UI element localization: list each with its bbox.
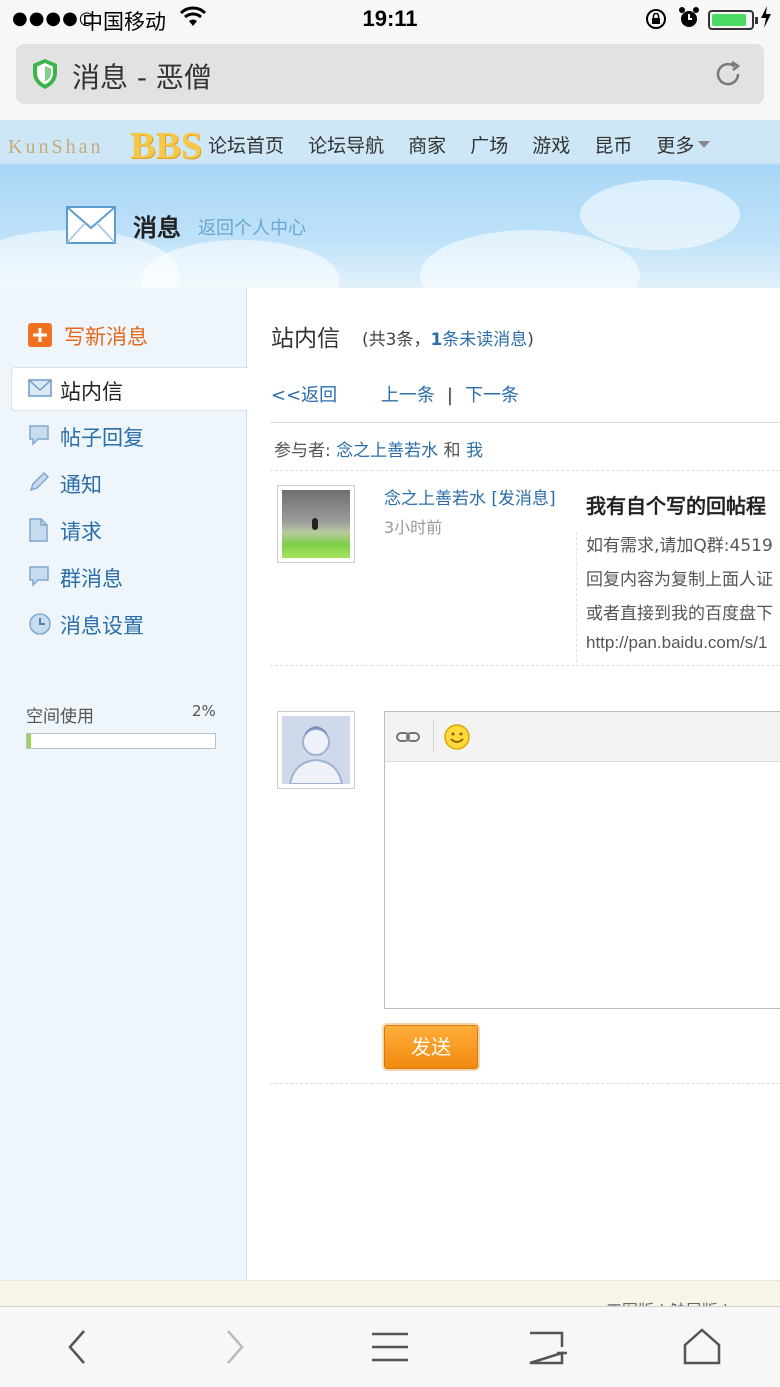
- message-time: 3小时前: [384, 518, 443, 537]
- back-link[interactable]: <<返回: [271, 385, 337, 406]
- sidebar-item-label: 写新消息: [64, 325, 148, 349]
- space-usage-percent: 2%: [192, 702, 216, 720]
- version-links[interactable]: 工图版 | 触屏版 |: [606, 1297, 728, 1306]
- sidebar-item-requests[interactable]: 请求: [0, 508, 247, 552]
- divider: [270, 422, 780, 423]
- home-icon[interactable]: [680, 1325, 724, 1369]
- count-suffix: ): [527, 330, 534, 350]
- participants-label: 参与者:: [274, 441, 331, 461]
- envelope-icon: [28, 378, 52, 400]
- site-footer: 工图版 | 触屏版 |: [0, 1280, 780, 1306]
- sender-link[interactable]: 念之上善若水: [384, 489, 486, 509]
- avatar[interactable]: [277, 485, 355, 563]
- sidebar-item-label: 消息设置: [60, 614, 144, 638]
- message-count: (共3条，1条未读消息): [362, 325, 534, 350]
- document-icon: [28, 518, 50, 542]
- divider: [270, 470, 780, 471]
- sidebar-item-message-settings[interactable]: 消息设置: [0, 602, 247, 646]
- message-navigation: <<返回 上一条 | 下一条: [271, 381, 519, 407]
- nav-forum-guide[interactable]: 论坛导航: [308, 131, 384, 158]
- sidebar-item-label: 群消息: [60, 567, 123, 591]
- message-line: 如有需求,请加Q群:4519: [586, 536, 773, 556]
- message-sender: 念之上善若水 [发消息]: [384, 484, 556, 509]
- site-header: KunShan BBS 论坛首页 论坛导航 商家 广场 游戏 昆币 更多 消息 …: [0, 120, 780, 288]
- message-line: 回复内容为复制上面人证: [586, 570, 773, 590]
- security-shield-icon: [32, 58, 58, 90]
- clock-icon: [28, 612, 51, 635]
- nav-forum-home[interactable]: 论坛首页: [208, 131, 284, 158]
- browser-toolbar: [0, 1306, 780, 1387]
- unread-text: 条未读消息: [442, 330, 528, 350]
- sidebar-item-new-message[interactable]: 写新消息: [0, 313, 247, 357]
- count-prefix: (共3条，: [362, 330, 431, 350]
- sidebar-item-inbox[interactable]: 站内信: [11, 367, 248, 411]
- status-bar: ●●●●○ 中国移动 19:11: [0, 0, 780, 40]
- space-usage-bar: [26, 733, 216, 749]
- message-link[interactable]: http://pan.baidu.com/s/1: [586, 633, 767, 653]
- section-title: 站内信: [271, 326, 340, 352]
- sidebar-item-label: 通知: [60, 473, 102, 497]
- address-bar[interactable]: 消息 - 恶僧: [16, 44, 764, 104]
- divider: [270, 1083, 780, 1084]
- nav-coins[interactable]: 昆币: [594, 131, 632, 158]
- nav-games[interactable]: 游戏: [532, 131, 570, 158]
- message-subject: 我有自个写的回帖程: [586, 494, 766, 518]
- sidebar-item-label: 站内信: [60, 380, 123, 404]
- logo-text: KunShan: [8, 136, 104, 158]
- nav-more-dropdown[interactable]: 更多: [656, 131, 710, 158]
- reply-editor[interactable]: [384, 711, 780, 1009]
- send-message-link[interactable]: [发消息]: [491, 489, 555, 509]
- participants-and: 和: [443, 441, 461, 461]
- nav-separator: |: [446, 385, 453, 406]
- top-navigation: KunShan BBS 论坛首页 论坛导航 商家 广场 游戏 昆币 更多: [0, 120, 780, 167]
- logo-bbs: BBS: [130, 125, 202, 167]
- page-title: 消息 - 恶僧: [72, 61, 212, 94]
- smiley-icon[interactable]: [443, 723, 471, 751]
- header-title: 消息: [133, 214, 181, 242]
- link-icon[interactable]: [395, 726, 421, 748]
- browser-address-area: 消息 - 恶僧: [0, 40, 780, 120]
- avatar[interactable]: [277, 711, 355, 789]
- pencil-icon: [28, 471, 50, 493]
- participant-me-link[interactable]: 我: [466, 441, 483, 461]
- message-line: 或者直接到我的百度盘下: [586, 604, 773, 624]
- sidebar-item-group-messages[interactable]: 群消息: [0, 555, 247, 599]
- sidebar-item-label: 请求: [60, 520, 102, 544]
- send-button[interactable]: 发送: [384, 1025, 478, 1069]
- sidebar-item-post-replies[interactable]: 帖子回复: [0, 414, 247, 458]
- previous-link[interactable]: 上一条: [381, 385, 435, 406]
- participant-link[interactable]: 念之上善若水: [336, 441, 438, 461]
- divider: [270, 665, 780, 666]
- envelope-icon: [66, 206, 116, 244]
- reload-icon[interactable]: [712, 58, 744, 90]
- divider: [576, 532, 577, 662]
- space-usage-label: 空间使用: [26, 707, 94, 727]
- menu-icon[interactable]: [368, 1325, 412, 1369]
- battery-icon: [708, 10, 758, 30]
- space-usage-fill: [27, 734, 31, 748]
- sidebar-item-notifications[interactable]: 通知: [0, 461, 247, 505]
- editor-toolbar: [385, 712, 780, 762]
- nav-merchants[interactable]: 商家: [408, 131, 446, 158]
- sidebar-item-label: 帖子回复: [60, 426, 144, 450]
- rotation-lock-icon: [644, 7, 668, 36]
- main-content: 站内信 (共3条，1条未读消息) <<返回 上一条 | 下一条 参与者: 念之上善若…: [248, 288, 780, 1280]
- charging-bolt-icon: [760, 6, 772, 33]
- nav-list: 论坛首页 论坛导航 商家 广场 游戏 昆币 更多: [208, 131, 728, 158]
- sidebar: 写新消息 站内信 帖子回复 通知 请求 群消息 消息设置 空间使用 2%: [0, 288, 248, 1280]
- comment-icon: [28, 424, 50, 446]
- unread-number: 1: [430, 330, 443, 350]
- next-link[interactable]: 下一条: [465, 385, 519, 406]
- toolbar-separator: [433, 720, 434, 752]
- back-icon[interactable]: [56, 1325, 100, 1369]
- back-to-profile-link[interactable]: 返回个人中心: [198, 214, 306, 240]
- tabs-icon[interactable]: [524, 1325, 568, 1369]
- chat-bubble-icon: [28, 565, 50, 587]
- plus-icon: [28, 323, 52, 347]
- alarm-icon: [678, 6, 700, 35]
- nav-plaza[interactable]: 广场: [470, 131, 508, 158]
- forward-icon[interactable]: [212, 1325, 256, 1369]
- participants: 参与者: 念之上善若水 和 我: [274, 436, 483, 461]
